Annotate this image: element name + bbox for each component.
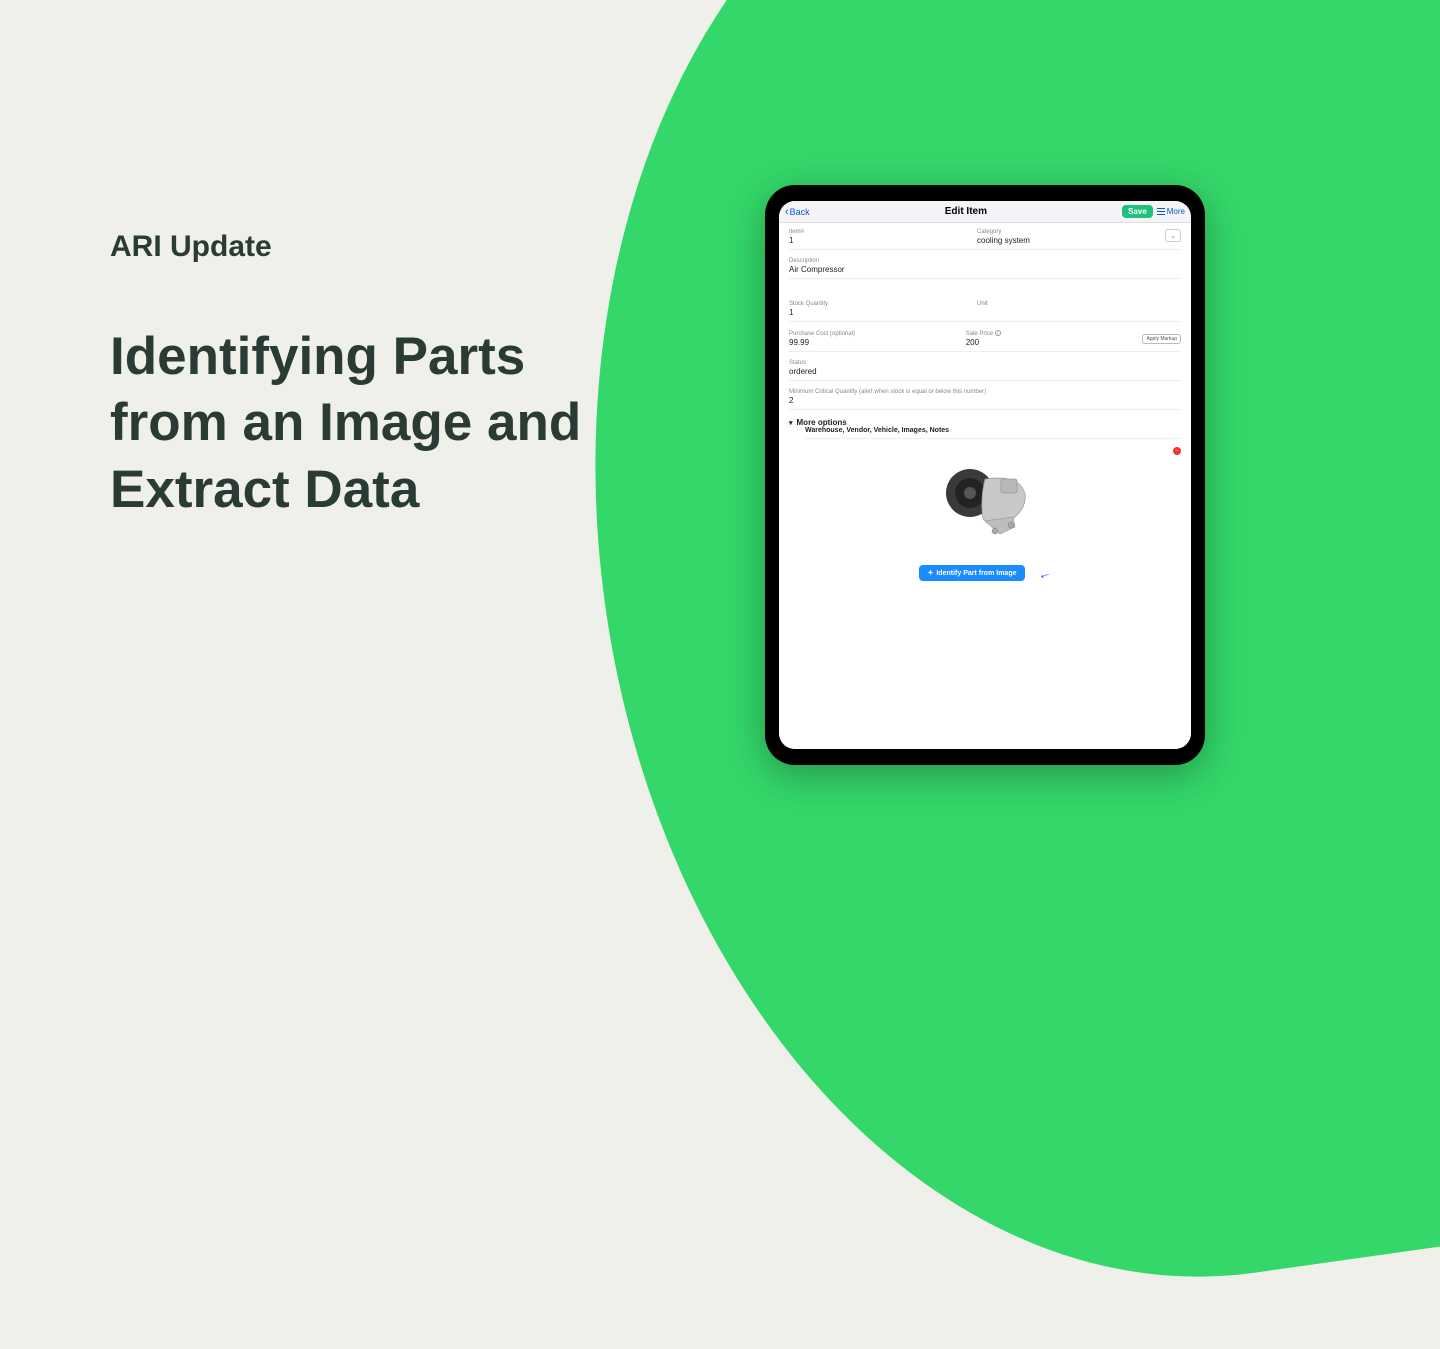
stock-label: Stock Quantity	[789, 301, 957, 307]
navbar: ‹ Back Edit Item Save More	[779, 201, 1191, 223]
part-image	[925, 449, 1045, 549]
headline-text: Identifying Parts from an Image and Extr…	[110, 324, 640, 523]
menu-icon	[1157, 208, 1165, 215]
chevron-down-icon: ⌄	[1170, 232, 1176, 240]
description-label: Description	[789, 258, 1181, 264]
form-body: Item# 1 Category cooling system ⌄ Descri…	[779, 223, 1191, 749]
kicker-text: ARI Update	[110, 230, 640, 264]
stock-field[interactable]: Stock Quantity 1	[789, 301, 957, 317]
status-value: ordered	[789, 367, 1181, 376]
unit-label: Unit	[977, 301, 1145, 307]
mincrit-field[interactable]: Minimum Critical Quantity (alert when st…	[789, 389, 1181, 405]
item-value: 1	[789, 236, 957, 245]
status-field[interactable]: Status ordered	[789, 360, 1181, 376]
category-field[interactable]: Category cooling system	[977, 229, 1145, 245]
unit-field[interactable]: Unit	[977, 301, 1145, 317]
stock-value: 1	[789, 308, 957, 317]
info-icon: i	[995, 330, 1001, 336]
chevron-left-icon: ‹	[785, 206, 789, 218]
identify-part-button[interactable]: ✦ Identify Part from Image	[919, 565, 1024, 581]
more-options-toggle[interactable]: ▾ More options	[789, 418, 1181, 427]
caret-down-icon: ▾	[789, 419, 793, 427]
item-field[interactable]: Item# 1	[789, 229, 957, 245]
save-button[interactable]: Save	[1122, 205, 1153, 218]
image-area: − ✦ Identify	[789, 449, 1181, 581]
sale-label: Sale Price i	[966, 330, 1123, 337]
purchase-value: 99.99	[789, 338, 946, 347]
category-dropdown[interactable]: ⌄	[1165, 229, 1181, 242]
delete-image-button[interactable]: −	[1173, 447, 1181, 455]
item-label: Item#	[789, 229, 957, 235]
mincrit-value: 2	[789, 396, 1181, 405]
description-field[interactable]: Description Air Compressor	[789, 258, 1181, 274]
sale-value: 200	[966, 338, 1123, 347]
more-options-section: ▾ More options Warehouse, Vendor, Vehicl…	[789, 418, 1181, 439]
more-options-subtitle: Warehouse, Vendor, Vehicle, Images, Note…	[805, 427, 1181, 439]
identify-label: Identify Part from Image	[936, 570, 1016, 577]
apply-markup-button[interactable]: Apply Markup	[1142, 334, 1181, 344]
description-value: Air Compressor	[789, 265, 1181, 274]
back-button[interactable]: ‹ Back	[785, 206, 810, 218]
more-button[interactable]: More	[1157, 207, 1185, 216]
back-label: Back	[790, 207, 810, 217]
status-label: Status	[789, 360, 1181, 366]
page-title: Edit Item	[945, 206, 987, 217]
category-label: Category	[977, 229, 1145, 235]
tablet-screen: ‹ Back Edit Item Save More Item# 1 Categ…	[779, 201, 1191, 749]
arrow-annotation-icon: ←	[1034, 563, 1053, 583]
purchase-label: Purchase Cost (optional)	[789, 331, 946, 337]
sale-field[interactable]: Sale Price i 200	[966, 330, 1123, 347]
purchase-field[interactable]: Purchase Cost (optional) 99.99	[789, 331, 946, 347]
more-options-title: More options	[797, 418, 847, 427]
more-label: More	[1167, 207, 1185, 216]
tablet-frame: ‹ Back Edit Item Save More Item# 1 Categ…	[765, 185, 1205, 765]
sparkle-icon: ✦	[927, 569, 933, 577]
category-value: cooling system	[977, 236, 1145, 245]
mincrit-label: Minimum Critical Quantity (alert when st…	[789, 389, 1181, 395]
